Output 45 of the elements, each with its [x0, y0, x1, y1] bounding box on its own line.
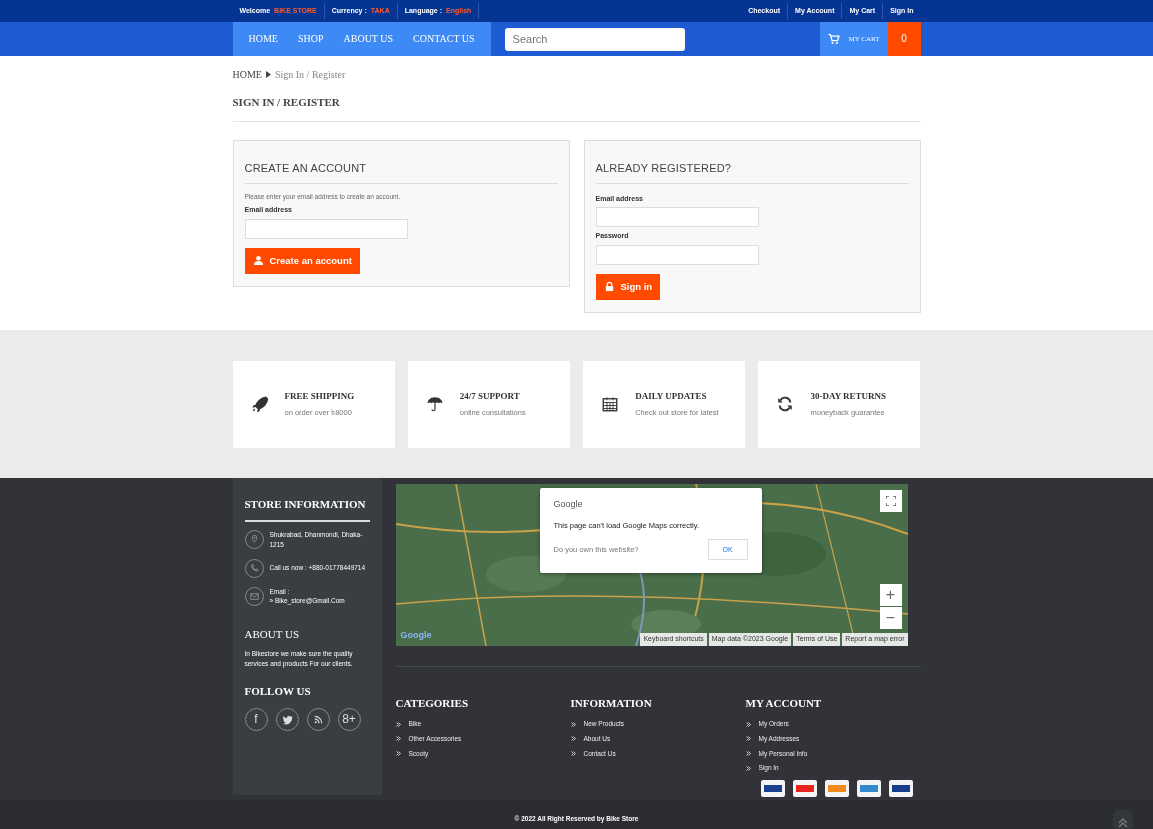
breadcrumb-current: Sign In / Register: [274, 68, 346, 82]
map-logo: Google: [400, 629, 432, 643]
chevron-icon: [395, 736, 401, 742]
chevron-icon: [395, 721, 401, 727]
panel-title: ALREADY REGISTERED?: [595, 161, 909, 184]
chevron-icon: [745, 765, 751, 771]
input-field[interactable]: [595, 207, 759, 228]
feature-title: 30-DAY RETURNS: [810, 389, 887, 403]
search-field[interactable]: Search: [504, 27, 685, 51]
refresh-icon: [776, 395, 795, 414]
lock-icon: [603, 281, 615, 293]
rss-icon: [312, 713, 324, 725]
cart-icon: [828, 33, 841, 45]
feature-title: FREE SHIPPING: [284, 389, 355, 403]
footer-heading: MY ACCOUNT: [745, 695, 823, 711]
chevron-icon: [570, 721, 576, 727]
chevron-icon: [570, 751, 576, 757]
chevron-icon: [745, 721, 751, 727]
rocket-icon: [250, 395, 269, 414]
footer-heading: CATEGORIES: [395, 695, 470, 711]
footer-heading: STORE INFORMATION: [244, 495, 370, 523]
chevron-icon: [570, 736, 576, 742]
calendar-icon: [601, 395, 620, 414]
cart-count: 0: [887, 22, 921, 56]
breadcrumb-link[interactable]: HOME: [232, 67, 262, 82]
chevron-up-icon: [1118, 818, 1128, 829]
umbrella-icon: [425, 395, 444, 414]
panel-title: CREATE AN ACCOUNT: [244, 161, 558, 184]
fullscreen-icon: [885, 496, 896, 507]
chevron-icon: [745, 736, 751, 742]
footer-heading: INFORMATION: [570, 695, 653, 711]
page-title: SIGN IN / REGISTER: [232, 95, 341, 110]
input-field[interactable]: [244, 218, 408, 239]
footer-heading: ABOUT US: [244, 627, 300, 643]
footer-heading: FOLLOW US: [244, 684, 312, 700]
caret-icon: [265, 71, 271, 78]
bird-icon: [281, 713, 293, 725]
feature-title: DAILY UPDATES: [635, 389, 708, 403]
chevron-icon: [745, 751, 751, 757]
user-icon: [252, 255, 264, 267]
input-field[interactable]: [595, 244, 759, 265]
feature-title: 24/7 SUPPORT: [459, 389, 521, 403]
dialog-brand: Google: [553, 497, 584, 511]
back-to-top-button[interactable]: [1113, 809, 1133, 829]
chevron-icon: [395, 751, 401, 757]
